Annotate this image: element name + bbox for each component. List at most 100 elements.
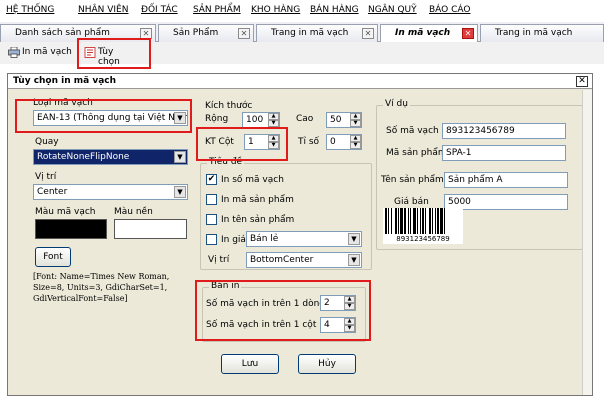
example-group-title: Ví dụ xyxy=(383,99,410,109)
menu-ban-hang[interactable]: BÁN HÀNG xyxy=(310,5,359,15)
background-color-swatch[interactable] xyxy=(114,219,187,239)
print-product-code-checkbox[interactable] xyxy=(206,194,217,205)
menu-doi-tac[interactable]: ĐỐI TÁC xyxy=(141,5,178,15)
position-value: Center xyxy=(37,187,68,197)
example-name-field[interactable]: Sản phẩm A xyxy=(444,172,568,188)
tab-label: In mã vạch xyxy=(395,28,451,38)
barcode-color-swatch[interactable] xyxy=(35,219,107,239)
spinner-buttons[interactable]: ▲ ▼ xyxy=(350,135,361,149)
rotate-value: RotateNoneFlipNone xyxy=(37,152,130,162)
width-spinner[interactable]: 100 ▲ ▼ xyxy=(242,112,280,128)
print-barcode-number-checkbox[interactable]: ✔ xyxy=(206,174,217,185)
per-row-value: 2 xyxy=(324,298,330,308)
example-code-field[interactable]: SPA-1 xyxy=(442,145,566,161)
menu-nhan-vien[interactable]: NHÂN VIÊN xyxy=(78,5,128,15)
settings-icon xyxy=(84,47,96,58)
tab-in-ma-vach[interactable]: In mã vạch ✕ xyxy=(380,24,478,42)
print-barcode-number-label: In số mã vạch xyxy=(221,175,284,185)
example-name-label: Tên sản phẩm xyxy=(381,175,444,185)
options-button[interactable]: Tùy chọn xyxy=(82,45,138,67)
tab-trang-in-ma-vach-2[interactable]: Trang in mã vạch xyxy=(480,24,604,42)
print-product-name-label: In tên sản phẩm xyxy=(221,215,295,225)
printer-icon xyxy=(8,47,20,58)
menu-bao-cao[interactable]: BÁO CÁO xyxy=(429,5,470,15)
barcode-options-dialog: Tùy chọn in mã vạch ✕ Loại mã vạch EAN-1… xyxy=(7,73,593,396)
spinner-buttons[interactable]: ▲ ▼ xyxy=(344,318,355,332)
close-icon[interactable]: ✕ xyxy=(362,28,374,39)
tab-bar: Danh sách sản phẩm ✕ Sản Phẩm ✕ Trang in… xyxy=(0,22,604,42)
barcode-type-label: Loại mã vạch xyxy=(33,98,93,108)
spinner-buttons[interactable]: ▲ ▼ xyxy=(344,296,355,310)
close-icon[interactable]: ✕ xyxy=(462,28,474,39)
font-button[interactable]: Font xyxy=(35,247,71,267)
ratio-value: 0 xyxy=(330,137,336,147)
spinner-buttons[interactable]: ▲ ▼ xyxy=(268,113,279,127)
tab-san-pham[interactable]: Sản Phẩm ✕ xyxy=(158,24,254,42)
dropdown-arrow-icon: ▼ xyxy=(348,254,360,266)
print-price-checkbox[interactable] xyxy=(206,234,217,245)
cancel-button[interactable]: Hủy xyxy=(298,354,356,374)
font-description: [Font: Name=Times New Roman, Size=8, Uni… xyxy=(33,272,170,303)
tab-label: Sản Phẩm xyxy=(173,28,219,38)
menu-kho-hang[interactable]: KHO HÀNG xyxy=(251,5,300,15)
scrollbar[interactable] xyxy=(582,90,592,395)
price-type-select[interactable]: Bán lẻ ▼ xyxy=(246,231,362,247)
print-barcode-label: In mã vạch xyxy=(22,47,72,57)
barcode-bars-image xyxy=(385,208,445,234)
caption-group-title: Tiêu đề xyxy=(207,157,245,167)
dropdown-arrow-icon: ▼ xyxy=(174,186,186,198)
spinner-buttons[interactable]: ▲ ▼ xyxy=(268,135,279,149)
ratio-spinner[interactable]: 0 ▲ ▼ xyxy=(326,134,362,150)
save-button[interactable]: Lưu xyxy=(221,354,279,374)
example-code-label: Mã sản phẩm xyxy=(386,148,447,158)
print-product-code-label: In mã sản phẩm xyxy=(221,195,294,205)
dropdown-arrow-icon: ▼ xyxy=(348,233,360,245)
example-barcode-label: Số mã vạch xyxy=(386,126,439,136)
menu-ngan-quy[interactable]: NGÂN QUỸ xyxy=(368,5,417,15)
close-icon[interactable]: ✕ xyxy=(576,76,588,87)
ratio-label: Tỉ số xyxy=(298,137,320,147)
barcode-type-value: EAN-13 (Thông dụng tại Việt Nam) xyxy=(37,113,188,123)
position-select[interactable]: Center ▼ xyxy=(33,184,188,200)
per-col-spinner[interactable]: 4 ▲ ▼ xyxy=(320,317,356,333)
size-group-label: Kích thước xyxy=(205,101,253,111)
example-barcode-field[interactable]: 893123456789 xyxy=(442,123,566,139)
print-barcode-button[interactable]: In mã vạch xyxy=(6,45,78,61)
example-price-label: Giá bán xyxy=(394,197,429,207)
toolbar: In mã vạch Tùy chọn xyxy=(0,42,604,67)
tab-trang-in-ma-vach[interactable]: Trang in mã vạch ✕ xyxy=(256,24,378,42)
close-icon[interactable]: ✕ xyxy=(140,28,152,39)
height-value: 50 xyxy=(330,115,342,125)
barcode-type-select[interactable]: EAN-13 (Thông dụng tại Việt Nam) ▼ xyxy=(33,110,188,126)
menu-he-thong[interactable]: HỆ THỐNG xyxy=(6,5,54,15)
tab-danh-sach-san-pham[interactable]: Danh sách sản phẩm ✕ xyxy=(0,24,156,42)
rotate-select[interactable]: RotateNoneFlipNone ▼ xyxy=(33,149,188,165)
barcode-caption: 893123456789 xyxy=(396,235,450,243)
height-spinner[interactable]: 50 ▲ ▼ xyxy=(326,112,362,128)
price-type-value: Bán lẻ xyxy=(250,234,279,244)
caption-position-label: Vị trí xyxy=(208,255,230,265)
dropdown-arrow-icon: ▼ xyxy=(174,151,186,163)
per-row-spinner[interactable]: 2 ▲ ▼ xyxy=(320,295,356,311)
close-icon[interactable]: ✕ xyxy=(238,28,250,39)
rotate-label: Quay xyxy=(35,137,59,147)
height-label: Cao xyxy=(296,114,314,124)
spinner-buttons[interactable]: ▲ ▼ xyxy=(350,113,361,127)
tab-label: Trang in mã vạch xyxy=(495,28,573,38)
ktcot-label: KT Cột xyxy=(205,137,234,147)
dialog-title: Tùy chọn in mã vạch xyxy=(13,76,117,86)
width-label: Rộng xyxy=(205,114,229,124)
dropdown-arrow-icon: ▼ xyxy=(174,112,186,124)
caption-position-value: BottomCenter xyxy=(250,255,314,265)
width-value: 100 xyxy=(246,115,264,125)
caption-position-select[interactable]: BottomCenter ▼ xyxy=(246,252,362,268)
ktcot-value: 1 xyxy=(248,137,254,147)
print-price-label: In giá xyxy=(221,235,246,245)
menu-san-pham[interactable]: SẢN PHẨM xyxy=(193,5,241,15)
per-row-label: Số mã vạch in trên 1 dòng xyxy=(206,299,325,309)
ktcot-spinner[interactable]: 1 ▲ ▼ xyxy=(244,134,280,150)
tab-label: Trang in mã vạch xyxy=(271,28,349,38)
print-product-name-checkbox[interactable] xyxy=(206,214,217,225)
menu-bar: HỆ THỐNG NHÂN VIÊN ĐỐI TÁC SẢN PHẨM KHO … xyxy=(0,0,604,22)
background-color-label: Màu nền xyxy=(114,207,153,217)
